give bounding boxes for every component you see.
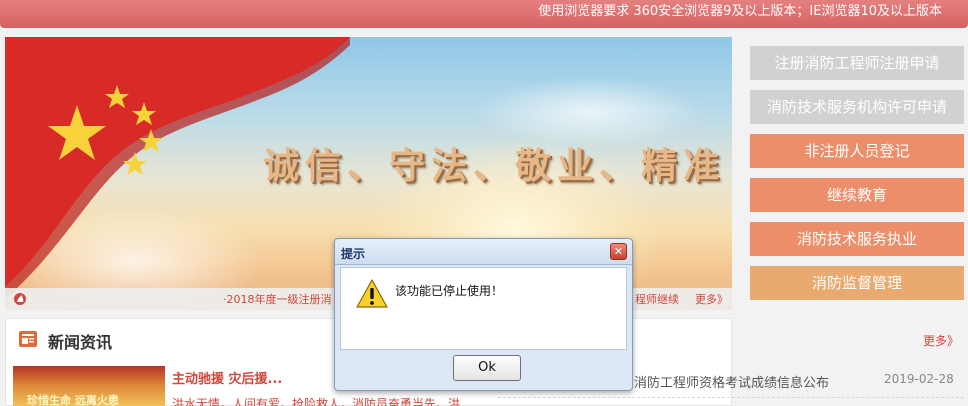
dialog-body: 该功能已停止使用！ (340, 267, 627, 350)
ok-button[interactable]: Ok (453, 355, 521, 381)
close-icon[interactable]: ✕ (610, 243, 627, 260)
alert-dialog: 提示 ✕ 该功能已停止使用！ Ok (334, 238, 633, 391)
modal-overlay: 提示 ✕ 该功能已停止使用！ Ok (0, 0, 968, 406)
dialog-message: 该功能已停止使用！ (395, 284, 504, 298)
dialog-title: 提示 (341, 247, 366, 261)
warning-icon (356, 279, 388, 308)
dialog-footer: Ok (335, 350, 632, 390)
dialog-titlebar[interactable]: 提示 ✕ (335, 239, 632, 265)
